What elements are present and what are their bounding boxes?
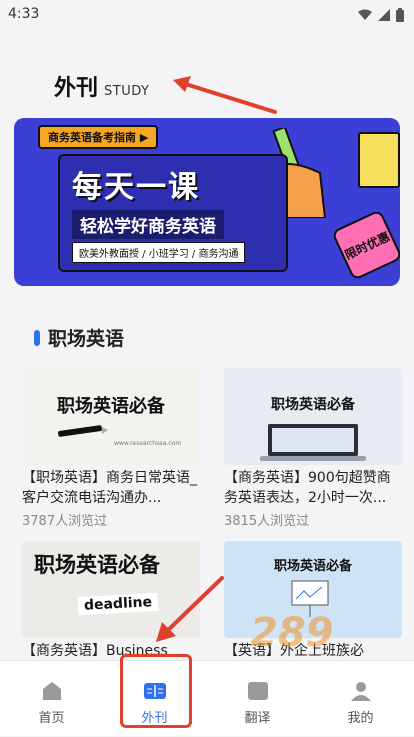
- bottom-tab-bar: 首页 外刊 翻译 我的: [0, 660, 414, 736]
- promo-banner[interactable]: 商务英语备考指南 ▶ 每天一课 轻松学好商务英语 欧美外教面授 / 小班学习 /…: [14, 118, 400, 286]
- banner-headline: 每天一课: [72, 170, 200, 205]
- tab-translate[interactable]: 翻译: [206, 661, 309, 737]
- thumbnail-title: 职场英语必备: [273, 559, 352, 574]
- tab-label: 首页: [38, 711, 65, 726]
- annotation-arrow-icon: [173, 76, 277, 114]
- thumbnail-caption: www.researchsea.com: [114, 440, 182, 447]
- tab-home[interactable]: 首页: [0, 661, 103, 737]
- annotation-arrow-icon: [156, 576, 224, 642]
- article-views: 3787人浏览过: [22, 514, 108, 529]
- banner-tag: 商务英语备考指南 ▶: [38, 125, 159, 149]
- home-icon: [42, 682, 61, 700]
- article-card[interactable]: 职场英语必备 【商务英语】900句超赞商务英语表达，2小时一次... 3815人…: [224, 368, 402, 529]
- banner-features: 欧美外教面授 / 小班学习 / 商务沟通: [72, 242, 246, 263]
- wifi-icon: [358, 9, 372, 20]
- article-card[interactable]: 职场英语必备 www.researchsea.com 【职场英语】商务日常英语_…: [22, 368, 200, 529]
- system-icons: [358, 8, 404, 22]
- article-views: 3815人浏览过: [224, 514, 310, 529]
- laptop-icon: [260, 424, 366, 461]
- thumbnail-word: deadline: [77, 592, 159, 616]
- watermark-logo: 289: [250, 610, 334, 656]
- status-time: 4:33: [8, 6, 40, 22]
- section-header: 职场英语: [34, 324, 124, 351]
- article-title: 【职场英语】商务日常英语_客户交流电话沟通办...: [22, 470, 197, 506]
- section-title: 职场英语: [48, 328, 125, 350]
- annotation-highlight-box: [120, 654, 192, 728]
- article-title: 【商务英语】900句超赞商务英语表达，2小时一次...: [224, 470, 391, 506]
- user-icon: [350, 682, 371, 701]
- banner-subline: 轻松学好商务英语: [72, 210, 224, 239]
- sticky-note-icon: [358, 132, 400, 188]
- article-thumbnail: 职场英语必备: [224, 368, 402, 465]
- section-accent-bar: [34, 329, 40, 346]
- translate-icon: [247, 682, 268, 700]
- tab-profile[interactable]: 我的: [309, 661, 412, 737]
- page-header: 外刊 STUDY: [54, 70, 149, 102]
- battery-icon: [396, 8, 404, 22]
- article-thumbnail: 职场英语必备 www.researchsea.com: [22, 368, 200, 465]
- tab-label: 我的: [347, 711, 374, 726]
- limited-offer-badge: 限时优惠: [331, 209, 400, 281]
- page-subtitle: STUDY: [104, 84, 150, 99]
- thumbnail-title: 职场英语必备: [57, 396, 165, 417]
- thumbnail-title: 职场英语必备: [271, 397, 355, 413]
- signal-icon: [378, 9, 390, 21]
- page-title: 外刊: [54, 76, 99, 101]
- tab-label: 翻译: [244, 711, 271, 726]
- pen-icon: [58, 425, 108, 437]
- status-bar: 4:33: [0, 0, 414, 30]
